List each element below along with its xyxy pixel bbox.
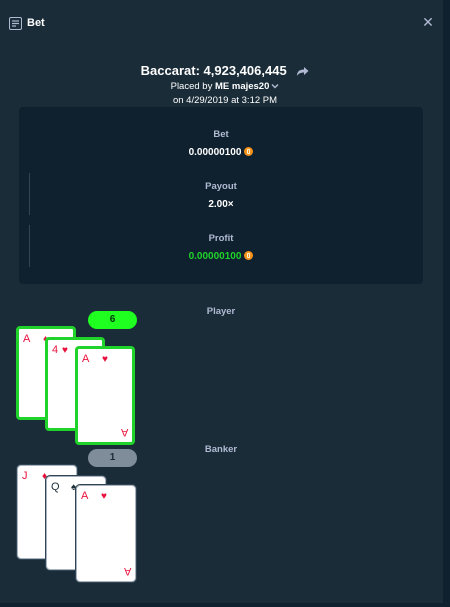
chevron-down-icon[interactable]	[271, 83, 279, 89]
profit-label: Profit	[208, 233, 234, 244]
card-rank: A	[82, 353, 90, 365]
card-rank-bottom: A	[120, 426, 128, 438]
bet-slip-icon	[9, 17, 22, 30]
payout-value: 2.00×	[208, 199, 234, 210]
bet-date: on 4/29/2019 at 3:12 PM	[172, 95, 278, 106]
heart-suit-icon: ♥	[101, 491, 107, 502]
banker-label: Banker	[204, 444, 238, 455]
banker-score-badge: 1	[88, 449, 137, 467]
profit-value: 0.00000100	[188, 251, 242, 262]
player-label: Player	[206, 306, 236, 317]
card-rank-bottom: A	[123, 565, 131, 577]
heart-suit-icon: ♥	[62, 345, 68, 356]
heart-suit-icon: ♥	[102, 354, 108, 365]
bet-amount: 0.00000100	[19, 146, 423, 158]
profit-amount: 0.00000100	[19, 250, 423, 262]
placed-by-user[interactable]: ME majes20	[215, 81, 269, 92]
bet-game-heading: Baccarat: 4,923,406,445	[0, 63, 450, 78]
share-icon[interactable]	[296, 66, 309, 77]
modal-title: Bet	[27, 17, 45, 29]
player-card-3: A ♥ A	[75, 346, 135, 445]
modal-bottom-edge	[0, 603, 450, 607]
bitcoin-icon	[244, 146, 254, 156]
placed-by-prefix: Placed by	[170, 81, 213, 92]
card-rank: 4	[52, 344, 59, 356]
payout-label: Payout	[205, 181, 237, 192]
bet-modal: Bet ✕ Baccarat: 4,923,406,445 Placed by …	[0, 0, 450, 607]
card-rank: Q	[51, 481, 60, 493]
modal-titlebar: Bet ✕	[0, 0, 450, 48]
modal-scroll-edge	[443, 0, 450, 607]
banker-card-3: A ♥ A	[76, 485, 136, 582]
placed-by-line: Placed by ME majes20	[0, 81, 450, 92]
card-rank: J	[22, 470, 28, 482]
bitcoin-icon	[244, 250, 254, 260]
bet-label: Bet	[213, 129, 229, 140]
card-rank: A	[23, 333, 31, 345]
player-score-badge: 6	[88, 311, 137, 329]
game-label[interactable]: Baccarat: 4,923,406,445	[141, 63, 287, 78]
card-rank: A	[81, 490, 89, 502]
bet-stats-panel: Bet 0.00000100 Payout 2.00× Profit 0.000…	[19, 107, 423, 284]
close-icon[interactable]: ✕	[421, 15, 435, 29]
bet-value: 0.00000100	[188, 147, 242, 158]
